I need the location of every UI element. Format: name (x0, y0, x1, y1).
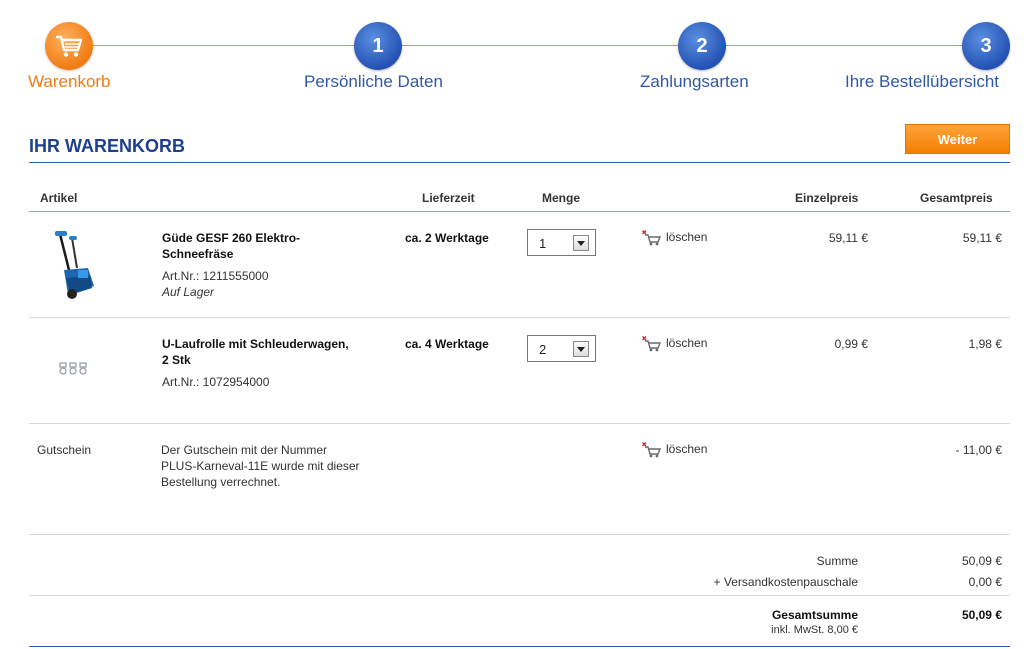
product-name-continued[interactable]: 2 Stk (162, 353, 191, 367)
gesamtsumme-value: 50,09 € (961, 608, 1002, 622)
voucher-text: PLUS-Karneval-11E wurde mit dieser (161, 459, 360, 473)
remove-from-cart-icon (642, 230, 662, 246)
voucher-text: Bestellung verrechnet. (161, 475, 281, 489)
article-number: Art.Nr.: 1072954000 (162, 375, 270, 389)
bottom-divider (29, 646, 1010, 647)
header-divider (29, 211, 1010, 212)
delete-label: löschen (666, 336, 708, 350)
snow-blower-product-image[interactable] (50, 228, 98, 302)
title-divider (29, 162, 1010, 163)
gesamtsumme-label: Gesamtsumme (771, 608, 858, 622)
column-header-lieferzeit: Lieferzeit (422, 191, 475, 205)
delete-voucher-button[interactable]: löschen (642, 441, 722, 459)
delete-label: löschen (666, 442, 708, 456)
delete-item-button[interactable]: löschen (642, 229, 722, 247)
quantity-select[interactable]: 2 (527, 335, 596, 362)
remove-from-cart-icon (642, 336, 662, 352)
unit-price: 0,99 € (834, 337, 868, 351)
row-divider (29, 534, 1010, 535)
progress-line (724, 45, 986, 46)
shipping-value: 0,00 € (968, 575, 1002, 589)
castor-wheel-product-image[interactable] (58, 361, 90, 377)
checkout-progress: 1 2 3 Warenkorb Persönliche Daten Zahlun… (0, 0, 1032, 100)
column-header-menge: Menge (542, 191, 581, 205)
step-label-persoenliche-daten: Persönliche Daten (304, 72, 443, 91)
quantity-value: 1 (539, 236, 547, 251)
step-label-bestelluebersicht: Ihre Bestellübersicht (845, 72, 1000, 91)
shipping-label: + Versandkostenpauschale (713, 575, 858, 589)
voucher-text: Der Gutschein mit der Nummer (161, 443, 328, 457)
totals-divider (29, 595, 1010, 596)
delete-label: löschen (666, 230, 708, 244)
quantity-value: 2 (539, 342, 547, 357)
step-3-circle: 3 (962, 22, 1010, 70)
total-price: 59,11 € (962, 231, 1002, 245)
delivery-time: ca. 2 Werktage (405, 231, 489, 245)
delete-item-button[interactable]: löschen (642, 335, 722, 353)
stock-status: Auf Lager (162, 285, 215, 299)
vat-note: inkl. MwSt. 8,00 € (771, 624, 858, 636)
remove-from-cart-icon (642, 442, 662, 458)
step-2-circle: 2 (678, 22, 726, 70)
column-header-artikel: Artikel (40, 191, 78, 205)
chevron-down-icon[interactable] (573, 341, 589, 357)
chevron-down-icon[interactable] (573, 235, 589, 251)
step-label-zahlungsarten: Zahlungsarten (640, 72, 749, 91)
delivery-time: ca. 4 Werktage (405, 337, 489, 351)
unit-price: 59,11 € (828, 231, 868, 245)
quantity-select[interactable]: 1 (527, 229, 596, 256)
step-1-circle: 1 (354, 22, 402, 70)
product-name[interactable]: Güde GESF 260 Elektro- (162, 231, 300, 245)
weiter-button[interactable]: Weiter (905, 124, 1010, 154)
article-number: Art.Nr.: 1211555000 (162, 269, 269, 283)
progress-line (70, 45, 380, 46)
product-name[interactable]: U-Laufrolle mit Schleuderwagen, (162, 337, 349, 351)
progress-line (402, 45, 702, 46)
voucher-amount: - 11,00 € (955, 443, 1002, 457)
step-warenkorb-cart-icon (45, 22, 93, 70)
product-name-continued[interactable]: Schneefräse (162, 247, 233, 261)
total-price: 1,98 € (968, 337, 1002, 351)
column-header-einzelpreis: Einzelpreis (795, 191, 859, 205)
step-label-warenkorb: Warenkorb (28, 72, 111, 91)
row-divider (29, 423, 1010, 424)
page-title: IHR WARENKORB (29, 136, 185, 156)
summe-label: Summe (816, 554, 858, 568)
voucher-label: Gutschein (37, 443, 92, 457)
column-header-gesamtpreis: Gesamtpreis (920, 191, 993, 205)
summe-value: 50,09 € (961, 554, 1002, 568)
row-divider (29, 317, 1010, 318)
cart-icon (56, 35, 83, 57)
